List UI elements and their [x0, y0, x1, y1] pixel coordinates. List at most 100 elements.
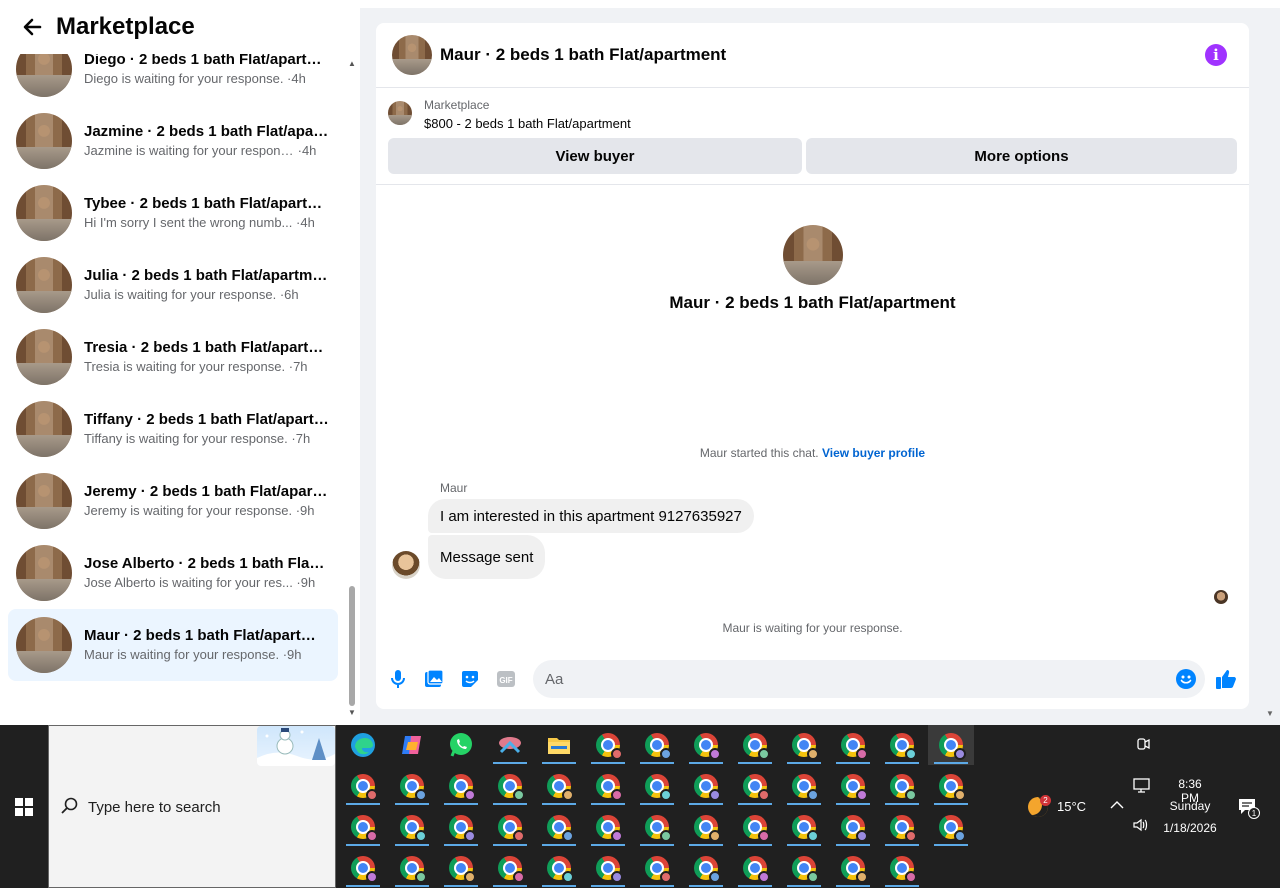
- chrome-profile-window-icon[interactable]: [732, 766, 778, 806]
- weather-temperature[interactable]: 15°C: [1057, 799, 1086, 814]
- chrome-profile-window-icon[interactable]: [879, 848, 925, 888]
- chrome-profile-window-icon[interactable]: [487, 766, 533, 806]
- chrome-profile-window-icon[interactable]: [585, 848, 631, 888]
- message-bubble[interactable]: Message sent: [428, 535, 546, 579]
- more-options-button[interactable]: More options: [806, 138, 1237, 174]
- chrome-profile-window-icon[interactable]: [879, 766, 925, 806]
- chrome-profile-window-icon[interactable]: [585, 807, 631, 847]
- conversation-preview: Tiffany is waiting for your response.: [84, 431, 288, 446]
- whatsapp-icon[interactable]: [438, 725, 484, 765]
- conversation-name: Maur · 2 beds 1 bath Flat/apartment: [84, 627, 329, 644]
- sidebar-scrollbar[interactable]: ▲ ▼: [346, 54, 358, 722]
- chrome-profile-window-icon[interactable]: [830, 807, 876, 847]
- chrome-profile-window-icon[interactable]: [634, 766, 680, 806]
- info-icon[interactable]: i: [1205, 44, 1227, 66]
- chrome-profile-window-icon[interactable]: [634, 848, 680, 888]
- start-button[interactable]: [0, 725, 48, 888]
- chat-title[interactable]: Maur · 2 beds 1 bath Flat/apartment: [440, 45, 726, 65]
- chrome-profile-window-icon[interactable]: [340, 848, 386, 888]
- conversation-item[interactable]: Julia · 2 beds 1 bath Flat/apartment Jul…: [8, 249, 338, 321]
- conversation-preview: Jose Alberto is waiting for your res...: [84, 575, 293, 590]
- conversation-item-active[interactable]: Maur · 2 beds 1 bath Flat/apartment Maur…: [8, 609, 338, 681]
- chrome-profile-window-icon[interactable]: [781, 725, 827, 765]
- scroll-down-arrow-icon[interactable]: ▼: [348, 708, 356, 717]
- chrome-profile-window-icon[interactable]: [634, 807, 680, 847]
- photo-icon[interactable]: [422, 667, 446, 691]
- chrome-profile-window-icon[interactable]: [732, 848, 778, 888]
- chrome-profile-window-icon[interactable]: [683, 848, 729, 888]
- chrome-profile-window-icon[interactable]: [732, 725, 778, 765]
- conversation-item[interactable]: Tresia · 2 beds 1 bath Flat/apartment Tr…: [8, 321, 338, 393]
- chrome-profile-window-icon[interactable]: [928, 807, 974, 847]
- file-explorer-icon[interactable]: [536, 725, 582, 765]
- chrome-profile-window-icon[interactable]: [781, 807, 827, 847]
- listing-price-title[interactable]: $800 - 2 beds 1 bath Flat/apartment: [424, 116, 631, 131]
- microphone-icon[interactable]: [386, 667, 410, 691]
- copilot-icon[interactable]: [389, 725, 435, 765]
- chrome-profile-window-icon[interactable]: [781, 848, 827, 888]
- snipping-tool-icon[interactable]: [487, 725, 533, 765]
- scrollbar-thumb[interactable]: [349, 586, 355, 706]
- page-scroll-down-arrow-icon[interactable]: ▼: [1266, 709, 1274, 718]
- chrome-profile-window-icon[interactable]: [732, 807, 778, 847]
- chrome-profile-window-icon[interactable]: [830, 848, 876, 888]
- chrome-profile-window-icon[interactable]: [879, 807, 925, 847]
- chrome-profile-window-icon[interactable]: [438, 807, 484, 847]
- conversation-item[interactable]: Jeremy · 2 beds 1 bath Flat/apartment Je…: [8, 465, 338, 537]
- edge-icon[interactable]: [340, 725, 386, 765]
- conversation-item[interactable]: Jose Alberto · 2 beds 1 bath Flat/apartm…: [8, 537, 338, 609]
- search-highlight-illustration[interactable]: [257, 726, 335, 766]
- thumbs-up-icon[interactable]: [1214, 667, 1238, 691]
- taskbar-search-box[interactable]: Type here to search: [48, 725, 336, 888]
- chrome-profile-window-icon[interactable]: [536, 766, 582, 806]
- chrome-profile-window-icon[interactable]: [781, 766, 827, 806]
- meet-now-icon[interactable]: [1136, 737, 1150, 754]
- chrome-profile-window-icon[interactable]: [585, 725, 631, 765]
- message-bubble[interactable]: I am interested in this apartment 912763…: [428, 499, 754, 533]
- clock-date[interactable]: 1/18/2026: [1160, 821, 1220, 835]
- network-icon[interactable]: [1133, 778, 1151, 799]
- message-input[interactable]: [533, 660, 1205, 698]
- chrome-profile-window-icon[interactable]: [683, 725, 729, 765]
- chrome-profile-window-icon[interactable]: [487, 848, 533, 888]
- chrome-icon: [792, 733, 819, 760]
- sticker-icon[interactable]: [458, 667, 482, 691]
- chrome-icon: [498, 815, 525, 842]
- view-buyer-profile-link[interactable]: View buyer profile: [822, 446, 925, 460]
- chrome-profile-window-icon[interactable]: [487, 807, 533, 847]
- volume-icon[interactable]: [1132, 817, 1150, 838]
- chrome-profile-window-icon[interactable]: [438, 766, 484, 806]
- gif-icon[interactable]: GIF: [494, 667, 518, 691]
- emoji-icon[interactable]: [1176, 669, 1196, 689]
- view-buyer-button[interactable]: View buyer: [388, 138, 802, 174]
- chrome-profile-window-icon[interactable]: [438, 848, 484, 888]
- chrome-profile-window-icon[interactable]: [879, 725, 925, 765]
- chrome-profile-window-icon[interactable]: [340, 766, 386, 806]
- back-button[interactable]: [16, 11, 48, 43]
- chrome-profile-window-icon[interactable]: [536, 807, 582, 847]
- sender-avatar[interactable]: [392, 551, 420, 579]
- chrome-profile-window-icon[interactable]: [928, 725, 974, 765]
- clock-day[interactable]: Sunday: [1168, 799, 1212, 813]
- conversation-item[interactable]: Jazmine · 2 beds 1 bath Flat/apartment J…: [8, 105, 338, 177]
- chrome-profile-window-icon[interactable]: [536, 848, 582, 888]
- chrome-profile-window-icon[interactable]: [830, 766, 876, 806]
- conversation-item[interactable]: Tiffany · 2 beds 1 bath Flat/apartment T…: [8, 393, 338, 465]
- chrome-profile-window-icon[interactable]: [683, 807, 729, 847]
- chrome-profile-window-icon[interactable]: [830, 725, 876, 765]
- scroll-up-arrow-icon[interactable]: ▲: [348, 59, 356, 68]
- chrome-profile-window-icon[interactable]: [585, 766, 631, 806]
- conversation-name: Jose Alberto · 2 beds 1 bath Flat/apartm…: [84, 555, 329, 572]
- chrome-profile-window-icon[interactable]: [340, 807, 386, 847]
- chrome-profile-window-icon[interactable]: [683, 766, 729, 806]
- chrome-profile-window-icon[interactable]: [389, 766, 435, 806]
- chrome-profile-window-icon[interactable]: [928, 766, 974, 806]
- profile-badge-icon: [660, 789, 672, 801]
- chevron-up-icon[interactable]: [1110, 797, 1124, 813]
- chrome-profile-window-icon[interactable]: [389, 807, 435, 847]
- chrome-profile-window-icon[interactable]: [634, 725, 680, 765]
- chrome-profile-window-icon[interactable]: [389, 848, 435, 888]
- chat-avatar[interactable]: [392, 35, 432, 75]
- chrome-icon: [351, 815, 378, 842]
- conversation-item[interactable]: Tybee · 2 beds 1 bath Flat/apartment Hi …: [8, 177, 338, 249]
